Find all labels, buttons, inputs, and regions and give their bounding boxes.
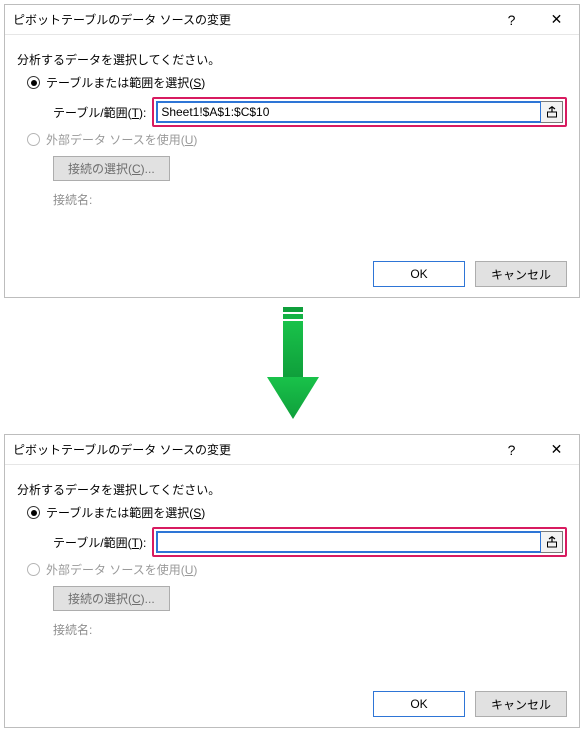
close-button[interactable]: ✕ — [534, 5, 579, 35]
radio-external: 外部データ ソースを使用(U) — [27, 131, 567, 148]
refedit-button[interactable] — [541, 101, 563, 123]
range-field-highlight — [152, 97, 567, 127]
radio-external: 外部データ ソースを使用(U) — [27, 561, 567, 578]
radio-table-range[interactable]: テーブルまたは範囲を選択(S) — [27, 504, 567, 521]
range-input[interactable] — [156, 101, 541, 123]
refedit-button[interactable] — [541, 531, 563, 553]
range-field-highlight — [152, 527, 567, 557]
radio-external-label: 外部データ ソースを使用(U) — [46, 561, 197, 578]
step-arrow — [0, 304, 585, 424]
cancel-button[interactable]: キャンセル — [475, 691, 567, 717]
dialog-top: ピボットテーブルのデータ ソースの変更 ? ✕ 分析するデータを選択してください… — [4, 4, 580, 298]
range-label: テーブル/範囲(T): — [53, 534, 146, 551]
radio-table-label: テーブルまたは範囲を選択(S) — [46, 74, 205, 91]
range-input[interactable] — [156, 531, 541, 553]
select-connection-button: 接続の選択(C)... — [53, 586, 170, 611]
radio-dot-icon — [27, 506, 40, 519]
radio-dot-icon — [27, 76, 40, 89]
dialog-title: ピボットテーブルのデータ ソースの変更 — [5, 11, 489, 28]
radio-external-label: 外部データ ソースを使用(U) — [46, 131, 197, 148]
dialog-bottom: ピボットテーブルのデータ ソースの変更 ? ✕ 分析するデータを選択してください… — [4, 434, 580, 728]
select-connection-button: 接続の選択(C)... — [53, 156, 170, 181]
titlebar: ピボットテーブルのデータ ソースの変更 ? ✕ — [5, 435, 579, 465]
select-prompt: 分析するデータを選択してください。 — [17, 481, 567, 498]
ok-button[interactable]: OK — [373, 691, 465, 717]
radio-empty-icon — [27, 133, 40, 146]
arrow-down-icon — [253, 305, 333, 423]
dialog-body: 分析するデータを選択してください。 テーブルまたは範囲を選択(S) テーブル/範… — [5, 35, 579, 208]
select-prompt: 分析するデータを選択してください。 — [17, 51, 567, 68]
connection-name-label: 接続名: — [53, 621, 567, 638]
dialog-body: 分析するデータを選択してください。 テーブルまたは範囲を選択(S) テーブル/範… — [5, 465, 579, 638]
help-button[interactable]: ? — [489, 435, 534, 465]
radio-empty-icon — [27, 563, 40, 576]
radio-table-label: テーブルまたは範囲を選択(S) — [46, 504, 205, 521]
dialog-footer: OK キャンセル — [373, 261, 567, 287]
close-button[interactable]: ✕ — [534, 435, 579, 465]
connection-name-label: 接続名: — [53, 191, 567, 208]
refedit-icon — [546, 536, 558, 548]
help-button[interactable]: ? — [489, 5, 534, 35]
cancel-button[interactable]: キャンセル — [475, 261, 567, 287]
dialog-footer: OK キャンセル — [373, 691, 567, 717]
dialog-title: ピボットテーブルのデータ ソースの変更 — [5, 441, 489, 458]
refedit-icon — [546, 106, 558, 118]
range-label: テーブル/範囲(T): — [53, 104, 146, 121]
titlebar: ピボットテーブルのデータ ソースの変更 ? ✕ — [5, 5, 579, 35]
radio-table-range[interactable]: テーブルまたは範囲を選択(S) — [27, 74, 567, 91]
ok-button[interactable]: OK — [373, 261, 465, 287]
